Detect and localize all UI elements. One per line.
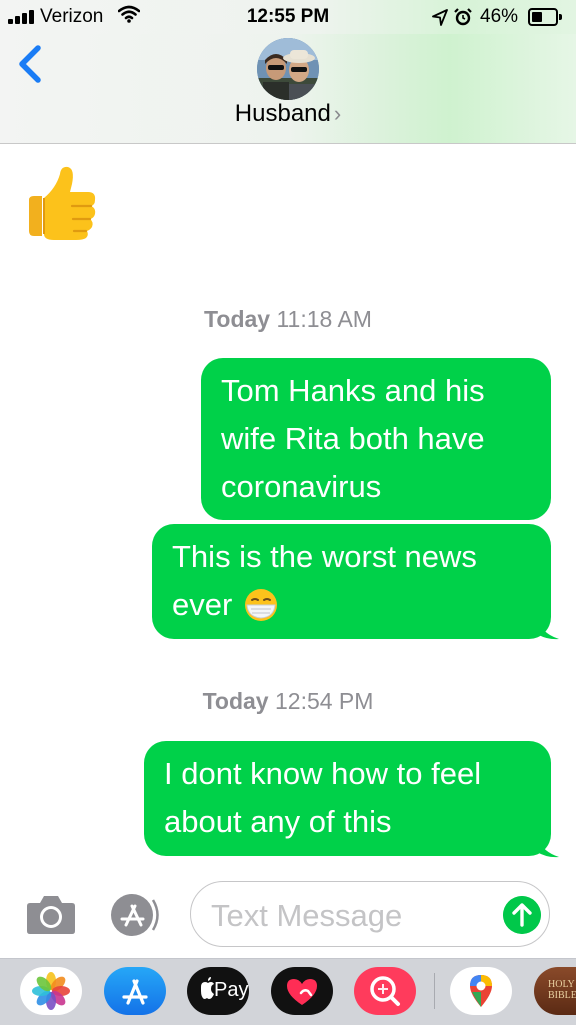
chevron-left-icon[interactable] (14, 44, 48, 84)
bubble-tail (537, 838, 559, 858)
message-line: about any of this (164, 804, 392, 839)
battery-icon (528, 8, 562, 26)
timestamp: Today 11:18 AM (0, 306, 576, 333)
message-line: I dont know how to feel (164, 756, 482, 791)
alarm-icon (454, 8, 472, 26)
timestamp: Today 12:54 PM (0, 688, 576, 715)
location-icon (432, 9, 448, 26)
chevron-right-icon: › (333, 101, 342, 126)
maps-pin-icon[interactable] (450, 967, 512, 1015)
dock-divider (434, 973, 435, 1009)
contact-name[interactable]: Husband › (0, 100, 576, 128)
message-line: wife Rita both have (221, 421, 485, 456)
send-arrow-icon[interactable] (503, 896, 541, 934)
timestamp-day: Today (204, 306, 271, 332)
timestamp-time: 12:54 PM (274, 688, 374, 714)
image-search-icon[interactable] (354, 967, 416, 1015)
message-input-placeholder: Text Message (211, 898, 403, 933)
app-store-icon[interactable] (107, 892, 163, 938)
message-line: coronavirus (221, 469, 382, 504)
conversation-header: Husband › (0, 34, 576, 144)
message-line: ever (172, 587, 233, 622)
apple-pay-label: Pay (214, 979, 249, 1001)
heart-touch-icon[interactable] (271, 967, 333, 1015)
timestamp-time: 11:18 AM (276, 306, 372, 332)
face-with-medical-mask-emoji (245, 589, 278, 621)
status-bar: Verizon 12:55 PM 46% (0, 0, 576, 34)
sent-message-bubble[interactable]: This is the worst news ever (152, 524, 551, 639)
app-drawer: Pay HOLY BIBLE (0, 958, 576, 1025)
sent-message-bubble[interactable]: Tom Hanks and his wife Rita both have co… (201, 358, 551, 520)
thumbs-up-emoji (29, 166, 96, 240)
bubble-tail (537, 620, 559, 640)
message-line-with-emoji: ever (172, 581, 529, 629)
message-line: This is the worst news (172, 539, 477, 574)
message-input[interactable]: Text Message (190, 881, 550, 947)
camera-icon[interactable] (26, 893, 76, 935)
app-store-icon[interactable] (104, 967, 166, 1015)
bible-icon[interactable]: HOLY BIBLE (534, 967, 576, 1015)
bible-label: HOLY BIBLE (548, 979, 576, 1001)
apple-pay-icon[interactable]: Pay (187, 967, 249, 1015)
contact-avatar[interactable] (257, 38, 319, 100)
battery-percent: 46% (480, 6, 519, 27)
timestamp-day: Today (202, 688, 269, 714)
sent-message-bubble[interactable]: I dont know how to feel about any of thi… (144, 741, 551, 856)
message-line: Tom Hanks and his (221, 373, 485, 408)
photos-icon[interactable] (20, 967, 82, 1015)
contact-name-label: Husband (234, 100, 331, 127)
